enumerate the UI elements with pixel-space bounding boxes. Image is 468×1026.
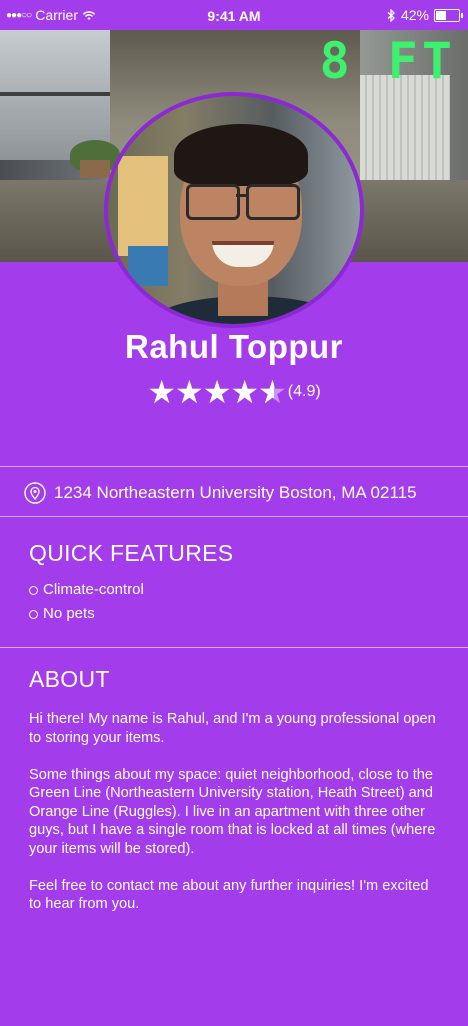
half-star-icon: ★ ★ xyxy=(258,374,287,410)
feature-item: Climate-control xyxy=(29,578,144,602)
quick-features-title: QUICK FEATURES xyxy=(29,540,234,566)
profile-avatar xyxy=(104,92,364,328)
star-icon: ★ xyxy=(202,374,232,410)
feature-label: Climate-control xyxy=(43,581,144,598)
divider xyxy=(0,516,468,517)
location-pin-icon xyxy=(24,482,46,504)
divider xyxy=(0,647,468,648)
about-paragraph: Some things about my space: quiet neighb… xyxy=(29,766,436,857)
feature-item: No pets xyxy=(29,602,144,626)
about-paragraph: Feel free to contact me about any furthe… xyxy=(29,877,429,913)
bluetooth-icon xyxy=(387,8,395,22)
bullet-icon xyxy=(29,609,38,619)
rating-stars: ★ ★ ★ ★ ★ ★ xyxy=(147,374,287,410)
space-size-overlay: 8 FT xyxy=(319,32,456,90)
feature-label: No pets xyxy=(43,605,95,622)
rating: ★ ★ ★ ★ ★ ★ (4.9) xyxy=(0,376,468,408)
rating-value: (4.9) xyxy=(287,383,321,400)
star-icon: ★ xyxy=(230,374,260,410)
battery-icon xyxy=(434,8,463,22)
bullet-icon xyxy=(29,585,38,595)
star-icon: ★ xyxy=(175,374,204,410)
star-icon: ★ xyxy=(147,374,177,410)
about-paragraph: Hi there! My name is Rahul, and I'm a yo… xyxy=(29,711,436,746)
about-title: ABOUT xyxy=(29,666,110,692)
battery-percent: 42% xyxy=(400,7,429,23)
address-text: 1234 Northeastern University Boston, MA … xyxy=(54,483,417,502)
about-body: Hi there! My name is Rahul, and I'm a yo… xyxy=(29,710,441,932)
quick-features-list: Climate-control No pets xyxy=(29,578,144,626)
divider xyxy=(0,466,468,467)
address-row[interactable]: 1234 Northeastern University Boston, MA … xyxy=(24,482,417,504)
status-bar: ●●●○○ Carrier 9:41 AM 42% xyxy=(0,0,468,30)
profile-name: Rahul Toppur xyxy=(124,328,344,365)
status-right: 42% xyxy=(387,7,463,23)
cover-pot xyxy=(80,160,110,178)
